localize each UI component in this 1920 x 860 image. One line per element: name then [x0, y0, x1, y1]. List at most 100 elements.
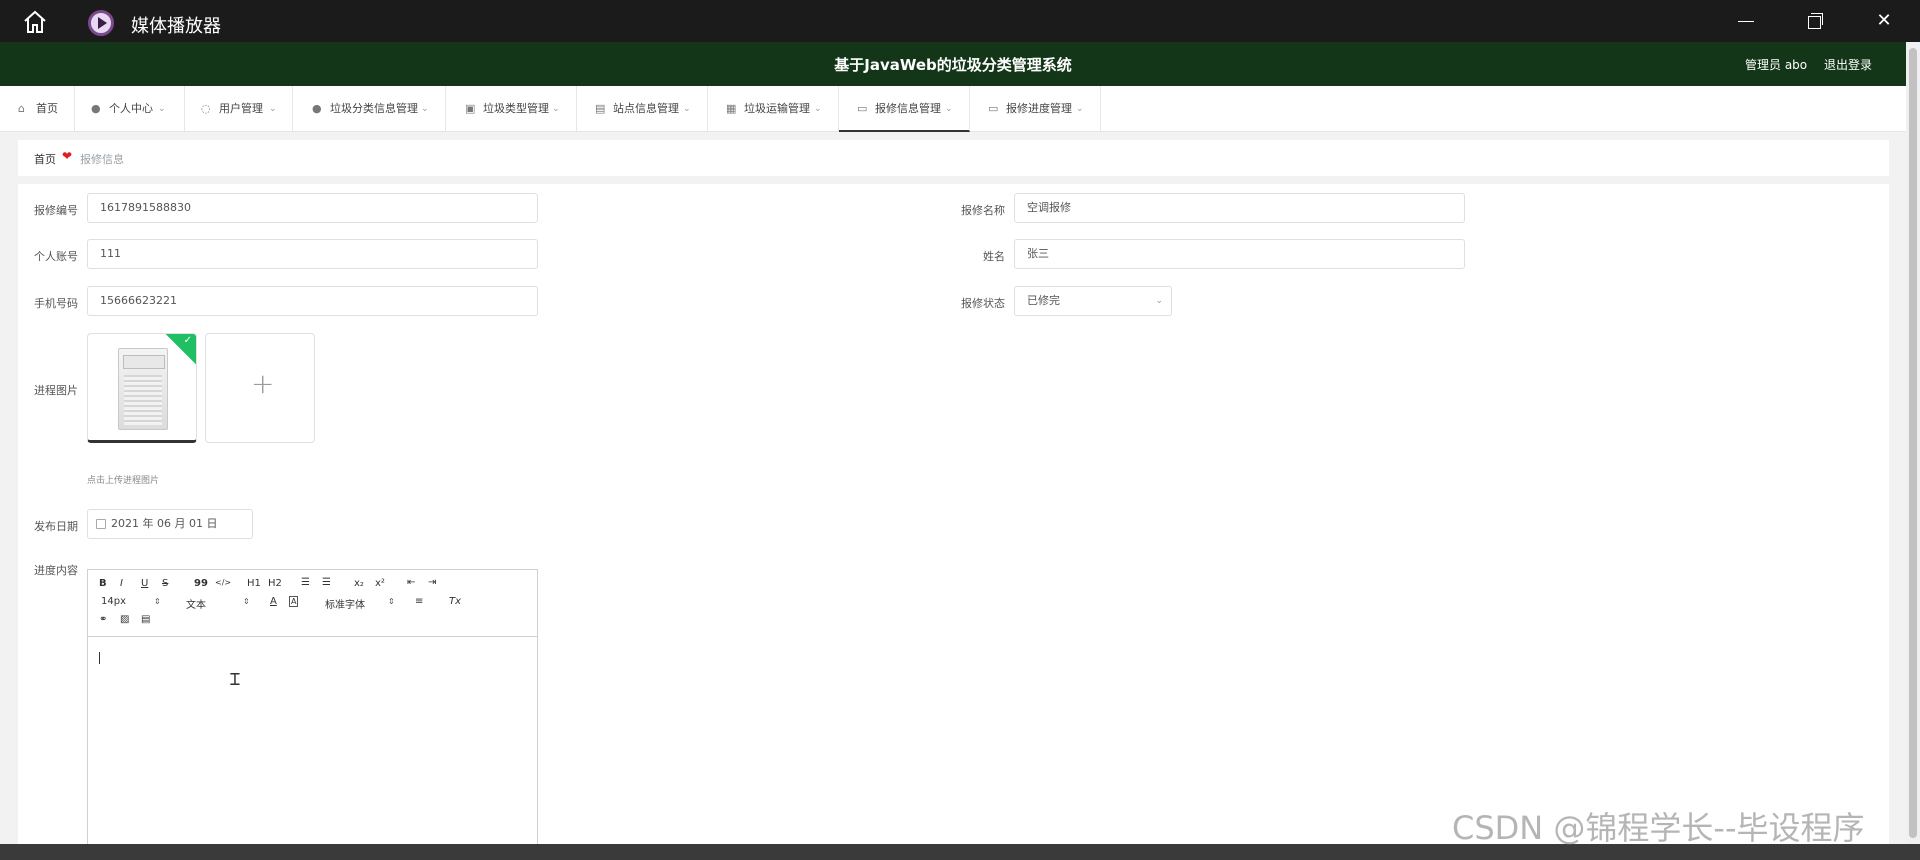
bg-color-button[interactable]: A: [289, 596, 299, 607]
nav-item-profile[interactable]: ● 个人中心 ⌄: [75, 86, 185, 132]
font-family-value: 标准字体: [325, 600, 365, 611]
h2-button[interactable]: H2: [268, 578, 282, 589]
watermark: CSDN @锦程学长--毕设程序: [1452, 809, 1865, 847]
italic-button[interactable]: I: [120, 578, 123, 589]
date-picker[interactable]: 2021 年 06 月 01 日: [87, 509, 253, 539]
name-label: 姓名: [983, 250, 1005, 263]
content-label: 进度内容: [34, 564, 78, 577]
font-size-select[interactable]: 14px ⇕: [101, 596, 161, 607]
link-icon[interactable]: ⚭: [99, 614, 107, 625]
close-button[interactable]: ✕: [1873, 10, 1895, 32]
phone-label: 手机号码: [34, 297, 78, 310]
chevron-down-icon: ⌄: [814, 104, 822, 114]
upload-button[interactable]: +: [205, 333, 315, 443]
uploaded-image[interactable]: ✓: [87, 333, 197, 443]
nav-item-label: 个人中心: [109, 102, 153, 115]
indent-icon[interactable]: ⇥: [428, 577, 436, 588]
grid-icon: ▦: [726, 102, 737, 115]
quote-button[interactable]: 99: [194, 578, 208, 589]
air-conditioner-image: [118, 348, 168, 430]
nav-item-site-info[interactable]: ▤ 站点信息管理 ⌄: [577, 86, 708, 132]
image-label: 进程图片: [34, 384, 78, 397]
nav-item-label: 报修信息管理: [875, 102, 941, 115]
editor-content-area[interactable]: Ꮖ: [88, 638, 537, 844]
media-player-icon: [88, 10, 114, 36]
chevron-down-icon: ⌄: [552, 104, 560, 114]
minimize-button[interactable]: [1735, 10, 1757, 32]
chevron-down-icon: ⌄: [1076, 104, 1084, 114]
bold-button[interactable]: B: [99, 578, 107, 589]
nav-item-label: 垃圾分类信息管理: [330, 102, 418, 115]
video-icon[interactable]: ▤: [141, 614, 150, 625]
breadcrumb: 首页 ❤ 报修信息: [18, 140, 1889, 176]
outdent-icon[interactable]: ⇤: [407, 577, 415, 588]
repair-no-field[interactable]: 1617891588830: [87, 193, 538, 223]
checklist-icon: ▣: [465, 102, 476, 115]
account-field[interactable]: 111: [87, 239, 538, 269]
restore-button[interactable]: [1804, 10, 1826, 32]
chevron-down-icon: ⌄: [1155, 296, 1163, 306]
format-value: 文本: [186, 600, 206, 611]
updown-icon: ⇕: [243, 597, 250, 606]
home-icon[interactable]: [22, 9, 48, 35]
nav-item-label: 垃圾类型管理: [483, 102, 549, 115]
person-icon: ●: [312, 102, 322, 115]
subscript-button[interactable]: x₂: [354, 578, 364, 589]
top-nav: ⌂ 首页 ● 个人中心 ⌄ ◌ 用户管理 ⌄ ● 垃圾分类信息管理 ⌄ ▣ 垃圾…: [0, 86, 1906, 132]
font-size-value: 14px: [101, 596, 126, 607]
date-value: 2021 年 06 月 01 日: [111, 517, 218, 530]
ibeam-cursor-icon: Ꮖ: [230, 670, 241, 689]
nav-item-repair-info[interactable]: ▭ 报修信息管理 ⌄: [839, 86, 970, 132]
rich-text-editor[interactable]: B I U S 99 </> H1 H2 ☰ ☰ x₂ x² ⇤ ⇥ 14px …: [87, 569, 538, 845]
text-caret: [99, 652, 100, 664]
nav-item-garbage-info[interactable]: ● 垃圾分类信息管理 ⌄: [293, 86, 446, 132]
date-label: 发布日期: [34, 520, 78, 533]
monitor-icon: ▭: [857, 102, 868, 115]
window-title: 媒体播放器: [131, 16, 221, 37]
chevron-down-icon: ⌄: [683, 104, 691, 114]
repair-name-field[interactable]: 空调报修: [1014, 193, 1465, 223]
repair-name-label: 报修名称: [961, 204, 1005, 217]
window-titlebar: 媒体播放器 ✕: [0, 0, 1920, 42]
underline-button[interactable]: U: [141, 578, 148, 589]
nav-item-garbage-type[interactable]: ▣ 垃圾类型管理 ⌄: [446, 86, 577, 132]
phone-field[interactable]: 15666623221: [87, 286, 538, 316]
format-select[interactable]: 文本 ⇕: [186, 596, 252, 611]
upload-tip: 点击上传进程图片: [87, 476, 160, 486]
system-title: 基于JavaWeb的垃圾分类管理系统: [834, 56, 1072, 74]
heart-icon: ❤: [62, 149, 73, 163]
bullet-list-icon[interactable]: ☰: [322, 577, 331, 588]
status-label: 报修状态: [961, 297, 1005, 310]
nav-item-repair-progress[interactable]: ▭ 报修进度管理 ⌄: [970, 86, 1101, 132]
nav-item-label: 用户管理: [219, 102, 263, 115]
nav-item-label: 首页: [36, 102, 58, 115]
nav-item-label: 垃圾运输管理: [744, 102, 810, 115]
plus-icon: +: [251, 367, 275, 400]
strike-button[interactable]: S: [162, 578, 168, 589]
nav-item-transport[interactable]: ▦ 垃圾运输管理 ⌄: [708, 86, 839, 132]
card-icon: ▭: [988, 102, 999, 115]
logout-link[interactable]: 退出登录: [1824, 56, 1872, 73]
nav-item-home[interactable]: ⌂ 首页: [0, 86, 75, 132]
align-icon[interactable]: ≡: [415, 596, 423, 607]
scrollbar-thumb[interactable]: [1909, 48, 1917, 838]
ordered-list-icon[interactable]: ☰: [301, 577, 310, 588]
breadcrumb-home[interactable]: 首页: [34, 151, 56, 167]
font-family-select[interactable]: 标准字体 ⇕: [325, 596, 395, 611]
breadcrumb-current: 报修信息: [80, 153, 124, 166]
nav-item-user-manage[interactable]: ◌ 用户管理 ⌄: [185, 86, 293, 132]
superscript-button[interactable]: x²: [375, 578, 385, 589]
h1-button[interactable]: H1: [247, 578, 261, 589]
code-button[interactable]: </>: [215, 578, 231, 587]
status-value: 已修完: [1027, 294, 1060, 307]
clear-format-button[interactable]: Tx: [449, 596, 461, 607]
chevron-down-icon: ⌄: [269, 104, 277, 114]
editor-toolbar: B I U S 99 </> H1 H2 ☰ ☰ x₂ x² ⇤ ⇥ 14px …: [88, 570, 537, 637]
font-color-button[interactable]: A: [270, 596, 277, 607]
user-manage-icon: ◌: [201, 102, 211, 115]
status-select[interactable]: 已修完 ⌄: [1014, 286, 1172, 316]
calendar-icon: [96, 519, 106, 529]
image-icon[interactable]: ▨: [120, 614, 129, 625]
account-label: 个人账号: [34, 250, 78, 263]
name-field[interactable]: 张三: [1014, 239, 1465, 269]
